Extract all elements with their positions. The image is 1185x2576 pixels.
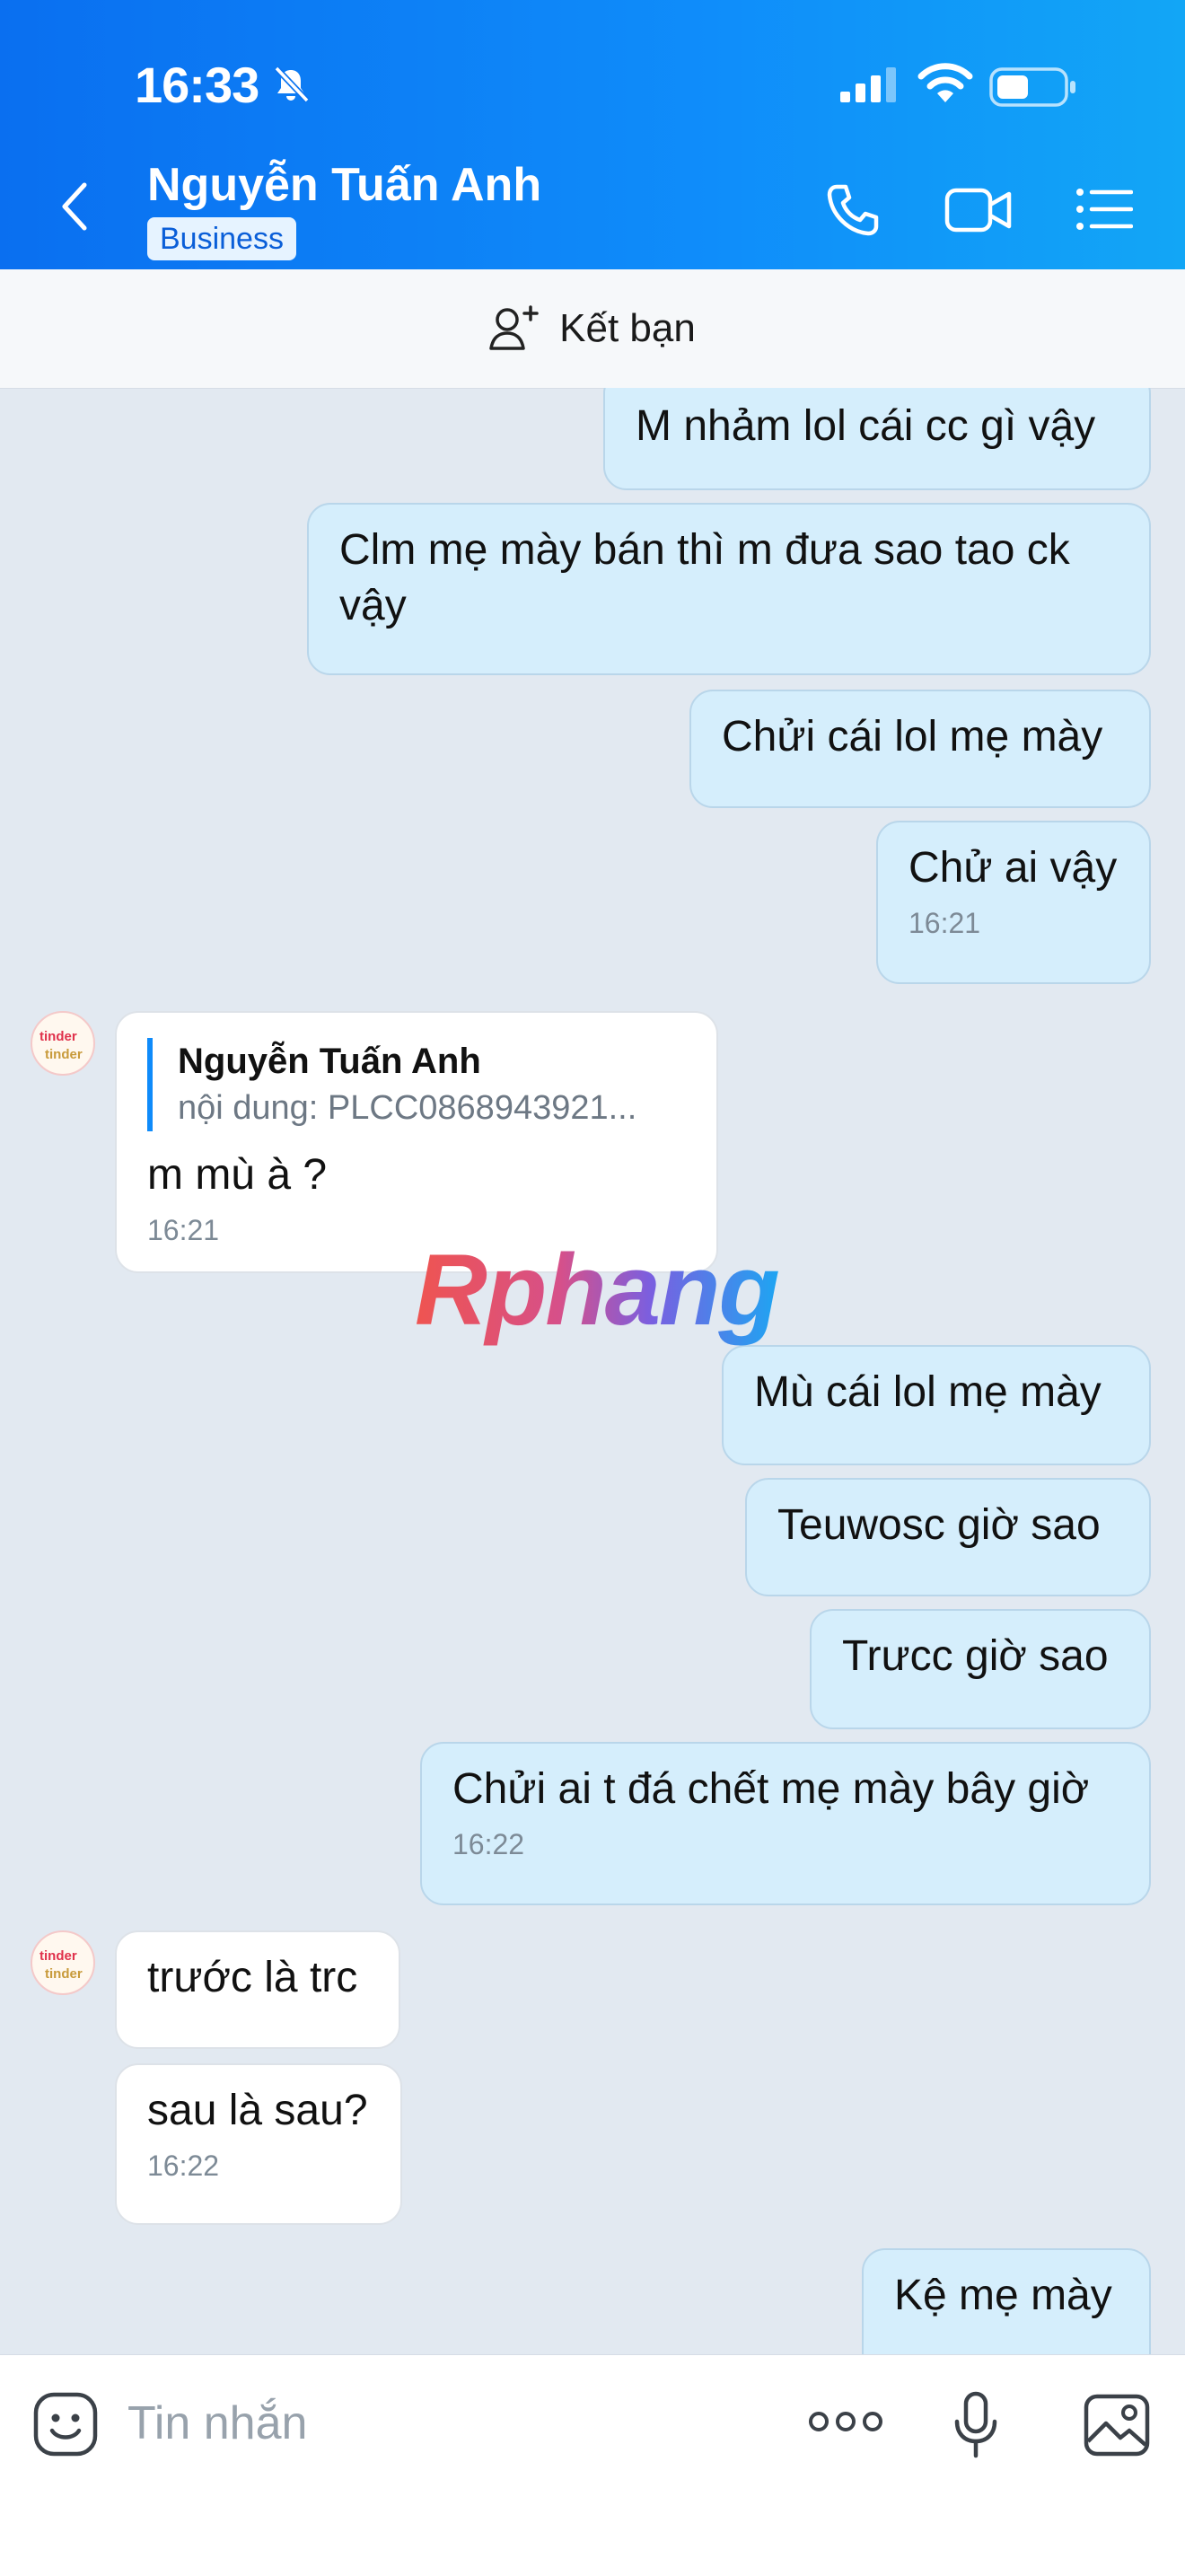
contact-avatar[interactable]: tinder tinder (31, 1930, 95, 1995)
message-text: sau là sau? (147, 2087, 368, 2134)
contact-name[interactable]: Nguyễn Tuấn Anh (147, 158, 541, 212)
add-friend-bar: Kết bạn (0, 269, 1185, 389)
image-gallery-icon[interactable] (1083, 2393, 1151, 2457)
avatar-text: tinder (40, 1948, 77, 1964)
quote-author: Nguyễn Tuấn Anh (178, 1042, 481, 1081)
avatar-text: tinder (45, 1047, 83, 1062)
message-bubble-outgoing[interactable]: M nhảm lol cái cc gì vậy (603, 388, 1151, 490)
message-text: trước là trc (147, 1954, 358, 2001)
menu-list-icon[interactable] (1075, 187, 1133, 232)
message-bubble-outgoing[interactable]: Clm mẹ mày bán thì m đưa sao tao ck vậy (307, 503, 1151, 675)
message-text: Trưcc giờ sao (842, 1632, 1109, 1680)
message-input[interactable]: Tin nhắn (127, 2396, 307, 2450)
message-bubble-outgoing[interactable]: Trưcc giờ sao (810, 1609, 1151, 1729)
message-bubble-outgoing[interactable]: Kệ mẹ mày (862, 2248, 1151, 2354)
add-friend-button[interactable]: Kết bạn (489, 305, 696, 352)
message-bubble-incoming[interactable]: trước là trc (115, 1930, 400, 2049)
message-list[interactable]: M nhảm lol cái cc gì vậy Clm mẹ mày bán … (0, 388, 1185, 2354)
back-chevron-icon[interactable] (57, 180, 93, 233)
avatar-text: tinder (40, 1029, 77, 1044)
cellular-signal-icon (840, 67, 896, 102)
message-bubble-incoming[interactable]: sau là sau? 16:22 (115, 2063, 402, 2225)
video-call-icon[interactable] (944, 185, 1013, 235)
status-time: 16:33 (135, 57, 259, 113)
message-time: 16:22 (452, 1828, 525, 1860)
message-text: Mù cái lol mẹ mày (754, 1368, 1102, 1416)
add-friend-icon (489, 305, 539, 350)
reply-quote[interactable]: Nguyễn Tuấn Anh nội dung: PLCC0868943921… (147, 1038, 686, 1131)
business-badge: Business (147, 217, 296, 260)
wifi-icon (917, 63, 973, 102)
watermark-logo: Rphang (415, 1234, 780, 1346)
add-friend-label: Kết bạn (559, 306, 696, 350)
message-text: Clm mẹ mày bán thì m đưa sao tao ck vậy (339, 526, 1070, 629)
phone-call-icon[interactable] (824, 181, 882, 239)
quote-text: nội dung: PLCC0868943921... (178, 1089, 637, 1127)
message-text: Teuwosc giờ sao (777, 1501, 1101, 1549)
message-text: Chửi cái lol mẹ mày (722, 713, 1103, 760)
message-time: 16:21 (908, 907, 981, 939)
sticker-emoji-icon[interactable] (32, 2391, 99, 2457)
message-text: Chử ai vậy (908, 844, 1118, 892)
more-options-icon[interactable] (808, 2407, 883, 2436)
message-composer: Tin nhắn (0, 2354, 1185, 2576)
muted-bell-icon (274, 66, 310, 103)
message-text: M nhảm lol cái cc gì vậy (636, 402, 1096, 450)
chat-header: 16:33 Nguyễn Tuấn Anh Business (0, 0, 1185, 269)
microphone-icon[interactable] (953, 2391, 998, 2459)
message-text: m mù à ? (147, 1151, 328, 1199)
message-bubble-outgoing[interactable]: Mù cái lol mẹ mày (722, 1345, 1151, 1465)
message-time: 16:22 (147, 2150, 220, 2182)
message-bubble-outgoing[interactable]: Teuwosc giờ sao (745, 1478, 1151, 1596)
message-bubble-outgoing[interactable]: Chửi cái lol mẹ mày (689, 690, 1151, 808)
message-bubble-outgoing[interactable]: Chử ai vậy 16:21 (876, 821, 1151, 984)
message-text: Kệ mẹ mày (894, 2272, 1112, 2319)
battery-icon (989, 67, 1075, 107)
contact-avatar[interactable]: tinder tinder (31, 1011, 95, 1076)
avatar-text: tinder (45, 1966, 83, 1982)
message-bubble-outgoing[interactable]: Chửi ai t đá chết mẹ mày bây giờ 16:22 (420, 1742, 1151, 1905)
message-text: Chửi ai t đá chết mẹ mày bây giờ (452, 1765, 1090, 1813)
